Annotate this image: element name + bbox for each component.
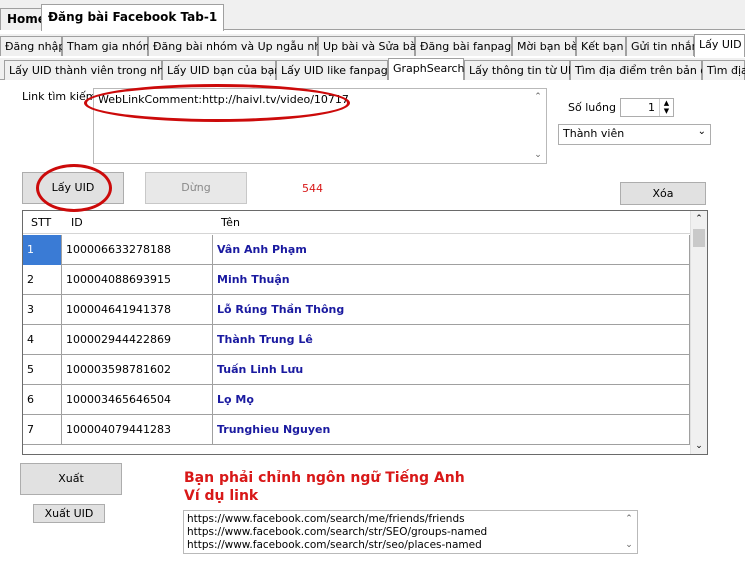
example-links-box[interactable]: https://www.facebook.com/search/me/frien… — [183, 510, 638, 554]
search-link-scrollbar[interactable]: ⌃ ⌄ — [530, 89, 546, 163]
table-row[interactable]: 1 100006633278188 Vân Anh Phạm — [23, 235, 690, 265]
table-scrollbar[interactable]: ⌃ ⌄ — [690, 211, 707, 454]
row-id[interactable]: 100006633278188 — [62, 235, 213, 265]
tab-get-uid[interactable]: Lấy UID — [694, 34, 745, 57]
tab-edit-post[interactable]: Up bài và Sửa bài — [318, 36, 420, 56]
scroll-down-icon[interactable]: ⌄ — [621, 537, 637, 553]
chevron-down-icon: ⌄ — [697, 126, 706, 137]
column-stt[interactable]: STT — [31, 216, 51, 229]
member-type-select[interactable]: Thành viên ⌄ — [558, 124, 711, 145]
row-id[interactable]: 100002944422869 — [62, 325, 213, 355]
tab-login[interactable]: Đăng nhập — [0, 36, 65, 56]
example-link: https://www.facebook.com/search/str/SEO/… — [187, 526, 488, 538]
search-link-value: WebLinkComment:http://haivl.tv/video/107… — [98, 93, 349, 106]
search-link-label: Link tìm kiếm — [22, 90, 97, 103]
uid-count: 544 — [302, 182, 323, 195]
tab-friend-of-friend-uid[interactable]: Lấy UID bạn của bạn — [162, 60, 281, 80]
row-name[interactable]: Lỗ Rúng Thần Thông — [213, 295, 690, 325]
row-id[interactable]: 100004079441283 — [62, 415, 213, 445]
tab-add-friend[interactable]: Kết bạn — [576, 36, 626, 56]
feature-tab-bar: Đăng nhập Tham gia nhóm Đăng bài nhóm và… — [0, 34, 745, 57]
row-id[interactable]: 100004641941378 — [62, 295, 213, 325]
stop-button[interactable]: Dừng — [145, 172, 247, 204]
scroll-down-icon[interactable]: ⌄ — [530, 147, 546, 163]
row-stt[interactable]: 4 — [23, 325, 62, 355]
row-name[interactable]: Lọ Mọ — [213, 385, 690, 415]
tab-fanpage-post[interactable]: Đăng bài fanpage — [415, 36, 518, 56]
row-stt[interactable]: 1 — [23, 235, 62, 265]
example-link: https://www.facebook.com/search/str/seo/… — [187, 539, 482, 551]
thread-count-label: Số luồng — [568, 101, 616, 114]
row-stt[interactable]: 7 — [23, 415, 62, 445]
tab-send-message[interactable]: Gửi tin nhắn — [626, 36, 699, 56]
example-link-heading: Ví dụ link — [184, 488, 259, 504]
scroll-down-icon[interactable]: ⌄ — [691, 438, 707, 454]
main-tab-bar: Home Đăng bài Facebook Tab-1 — [0, 0, 745, 31]
example-links-list: https://www.facebook.com/search/me/frien… — [187, 513, 487, 552]
tab-group-member-uid[interactable]: Lấy UID thành viên trong nhóm — [4, 60, 182, 80]
row-name[interactable]: Vân Anh Phạm — [213, 235, 690, 265]
tab-group-post[interactable]: Đăng bài nhóm và Up ngẫu nhiên — [148, 36, 338, 56]
scroll-thumb[interactable] — [693, 229, 705, 247]
tab-uid-info[interactable]: Lấy thông tin từ UID — [464, 60, 580, 80]
row-stt[interactable]: 2 — [23, 265, 62, 295]
tab-fanpage-like-uid[interactable]: Lấy UID like fanpage — [276, 60, 395, 80]
scroll-up-icon[interactable]: ⌃ — [691, 211, 707, 227]
tab-invite-friends[interactable]: Mời bạn bè — [512, 36, 578, 56]
thread-count-stepper[interactable]: 1 ▲ ▼ — [620, 98, 674, 117]
tab-find-location[interactable]: Tìm địa — [702, 60, 745, 80]
export-button[interactable]: Xuất — [20, 463, 122, 495]
delete-button[interactable]: Xóa — [620, 182, 706, 205]
row-name[interactable]: Minh Thuận — [213, 265, 690, 295]
spin-up-icon[interactable]: ▲ — [659, 99, 673, 107]
row-stt[interactable]: 5 — [23, 355, 62, 385]
uid-tab-bar: Lấy UID thành viên trong nhóm Lấy UID bạ… — [0, 58, 745, 81]
table-header: STT ID Tên — [23, 211, 691, 234]
example-links-scrollbar[interactable]: ⌃ ⌄ — [621, 511, 637, 553]
table-row[interactable]: 4 100002944422869 Thành Trung Lê — [23, 325, 690, 355]
example-link: https://www.facebook.com/search/me/frien… — [187, 513, 465, 525]
table-row[interactable]: 6 100003465646504 Lọ Mọ — [23, 385, 690, 415]
row-id[interactable]: 100003598781602 — [62, 355, 213, 385]
search-link-input[interactable]: WebLinkComment:http://haivl.tv/video/107… — [93, 88, 547, 164]
row-stt[interactable]: 3 — [23, 295, 62, 325]
language-notice: Bạn phải chỉnh ngôn ngữ Tiếng Anh — [184, 470, 465, 486]
tab-facebook-post-1[interactable]: Đăng bài Facebook Tab-1 — [41, 4, 225, 31]
tab-join-group[interactable]: Tham gia nhóm — [62, 36, 153, 56]
tab-map-location[interactable]: Tìm địa điểm trên bản đồ — [570, 60, 714, 80]
row-name[interactable]: Trunghieu Nguyen — [213, 415, 690, 445]
export-uid-button[interactable]: Xuất UID — [33, 504, 105, 523]
table-row[interactable]: 7 100004079441283 Trunghieu Nguyen — [23, 415, 690, 445]
table-row[interactable]: 2 100004088693915 Minh Thuận — [23, 265, 690, 295]
table-row[interactable]: 5 100003598781602 Tuấn Linh Lưu — [23, 355, 690, 385]
scroll-up-icon[interactable]: ⌃ — [621, 511, 637, 527]
row-name[interactable]: Tuấn Linh Lưu — [213, 355, 690, 385]
row-id[interactable]: 100004088693915 — [62, 265, 213, 295]
spin-down-icon[interactable]: ▼ — [659, 107, 673, 116]
table-row[interactable]: 3 100004641941378 Lỗ Rúng Thần Thông — [23, 295, 690, 325]
row-id[interactable]: 100003465646504 — [62, 385, 213, 415]
thread-count-value: 1 — [648, 101, 655, 114]
get-uid-button[interactable]: Lấy UID — [22, 172, 124, 204]
tab-graphsearch[interactable]: GraphSearch — [388, 58, 465, 81]
scroll-up-icon[interactable]: ⌃ — [530, 89, 546, 105]
row-name[interactable]: Thành Trung Lê — [213, 325, 690, 355]
row-stt[interactable]: 6 — [23, 385, 62, 415]
column-id[interactable]: ID — [71, 216, 83, 229]
member-type-value: Thành viên — [563, 127, 625, 140]
uid-table: STT ID Tên 1 100006633278188 Vân Anh Phạm 2… — [22, 210, 708, 455]
column-name[interactable]: Tên — [221, 216, 240, 229]
